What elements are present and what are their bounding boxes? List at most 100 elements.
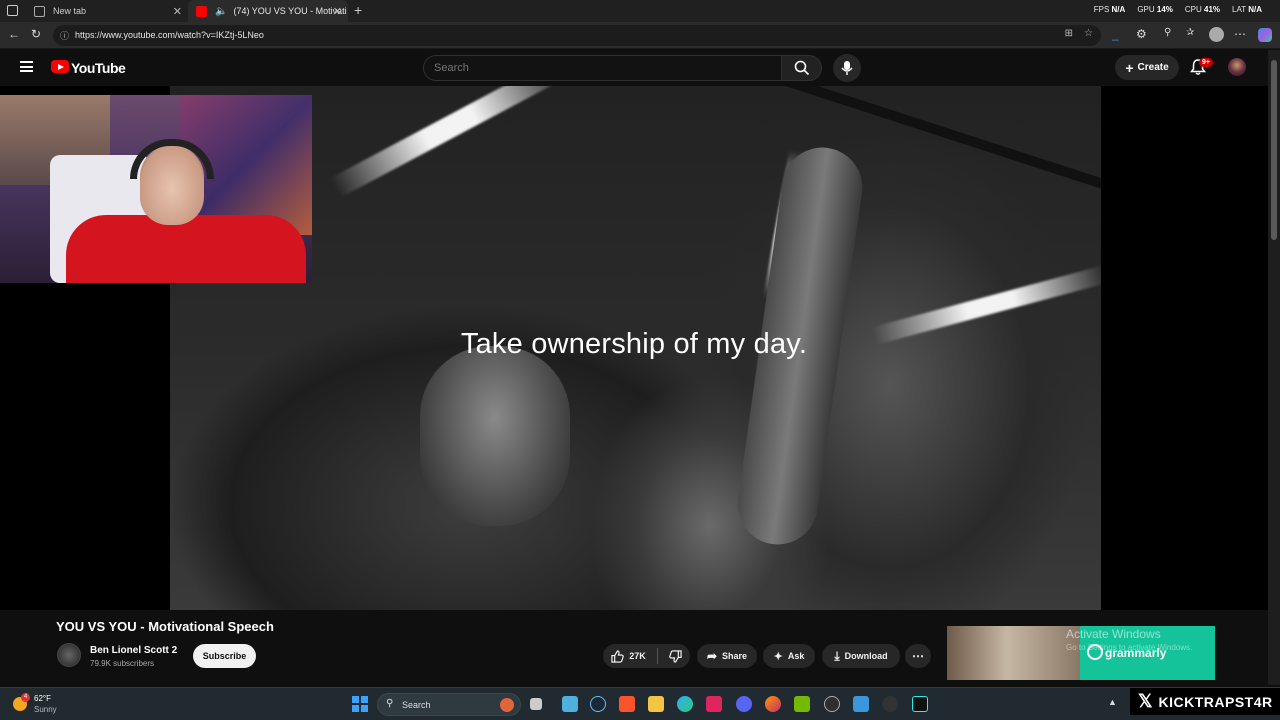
tab-new-tab[interactable]: New tab ✕ (26, 0, 188, 22)
weather-condition: Sunny (34, 705, 57, 714)
ad-image (947, 626, 1080, 680)
app-icon[interactable] (882, 696, 898, 712)
browser-toolbar: ← ↻ ⓘ https://www.youtube.com/watch?v=IK… (0, 22, 1280, 49)
back-arrow-icon[interactable]: ← (8, 27, 20, 41)
youtube-header: YouTube + Create (0, 50, 1280, 86)
close-icon[interactable]: ✕ (173, 5, 182, 18)
activate-windows-subtitle: Go to Settings to activate Windows. (1066, 643, 1193, 652)
like-button[interactable]: 27K (611, 649, 646, 663)
address-bar[interactable]: ⓘ https://www.youtube.com/watch?v=IKZtj-… (53, 25, 1101, 46)
menu-icon[interactable] (20, 61, 33, 72)
plus-icon: + (1125, 59, 1134, 76)
like-dislike-group: 27K (603, 644, 690, 668)
chevron-up-icon[interactable]: ▲ (1108, 697, 1117, 707)
lat-label: LAT (1232, 5, 1246, 14)
extensions-icon[interactable]: ⚙ (1136, 27, 1147, 41)
tab-label: (74) YOU VS YOU - Motivati (233, 6, 347, 16)
share-label: Share (722, 651, 748, 661)
streamer-overlay: 𝕏 KICKTRAPST4R (1130, 688, 1280, 715)
thumbs-down-icon[interactable] (669, 649, 682, 663)
more-actions-button[interactable]: ⋯ (905, 644, 931, 668)
start-button[interactable] (352, 696, 368, 712)
close-icon[interactable]: ✕ (333, 5, 342, 18)
discord-icon[interactable] (736, 696, 752, 712)
tiktok-live-icon[interactable] (912, 696, 928, 712)
steam-icon[interactable] (590, 696, 606, 712)
search-highlight-icon (500, 698, 514, 712)
tiktok-icon[interactable] (706, 696, 722, 712)
firefox-icon[interactable] (765, 696, 781, 712)
create-button[interactable]: + Create (1115, 55, 1179, 80)
gpu-value: 14% (1156, 5, 1173, 14)
edge-icon[interactable] (677, 696, 693, 712)
gpu-label: GPU (1137, 5, 1155, 14)
lat-value: N/A (1248, 5, 1262, 14)
more-menu-icon[interactable]: ⋯ (1234, 27, 1246, 41)
download-button[interactable]: ⤓ Download (822, 644, 900, 668)
subscribe-button[interactable]: Subscribe (193, 644, 256, 668)
favorites-icon[interactable]: ✰ (1186, 27, 1194, 38)
search-button[interactable] (781, 55, 822, 81)
split-screen-icon[interactable]: ⚲ (1164, 27, 1171, 38)
divider (656, 648, 658, 664)
brave-icon[interactable] (619, 696, 635, 712)
taskbar-search-label: Search (402, 699, 431, 710)
tab-label: New tab (53, 6, 87, 16)
notepad-icon[interactable] (562, 696, 578, 712)
browser-tab-strip: New tab ✕ 🔈 (74) YOU VS YOU - Motivati ✕… (0, 0, 1280, 22)
webcam-person-body (66, 215, 306, 283)
account-avatar[interactable] (1228, 58, 1246, 76)
app-available-icon[interactable]: ⊞ (1065, 28, 1073, 39)
channel-name[interactable]: Ben Lionel Scott 2 (90, 645, 177, 656)
ask-label: Ask (787, 651, 805, 661)
x-logo-icon: 𝕏 (1138, 691, 1153, 711)
notification-badge: 9+ (1199, 58, 1213, 67)
temperature[interactable]: 62°F (34, 694, 51, 703)
search-icon: ⚲ (386, 698, 394, 709)
microphone-icon (841, 61, 853, 75)
tab-youtube[interactable]: 🔈 (74) YOU VS YOU - Motivati ✕ (188, 0, 348, 22)
download-progress-icon[interactable]: _ (1112, 27, 1119, 41)
youtube-favicon-icon (196, 5, 207, 17)
copilot-icon[interactable] (1258, 28, 1272, 42)
speaker-icon[interactable]: 🔈 (215, 6, 227, 17)
nvidia-icon[interactable] (794, 696, 810, 712)
file-explorer-icon[interactable] (648, 696, 664, 712)
scrollbar-thumb[interactable] (1271, 60, 1277, 240)
tab-actions-icon[interactable] (7, 5, 18, 16)
weather-badge: 4 (21, 693, 30, 702)
gym-light-1 (330, 86, 570, 198)
channel-avatar[interactable] (57, 643, 81, 667)
cpu-label: CPU (1184, 5, 1202, 14)
obs-icon[interactable] (824, 696, 840, 712)
fps-value: N/A (1111, 5, 1126, 14)
search-icon (794, 60, 810, 76)
share-button[interactable]: ➦ Share (697, 644, 757, 668)
ask-button[interactable]: ✦ Ask (763, 644, 815, 668)
like-count: 27K (629, 651, 646, 661)
taskbar-search[interactable]: ⚲ Search (377, 693, 521, 716)
download-icon: ⤓ (834, 648, 840, 663)
athlete-head (420, 346, 570, 526)
video-player[interactable]: Take ownership of my day. (0, 86, 1268, 610)
voice-search-button[interactable] (833, 54, 861, 82)
search-input[interactable] (423, 55, 782, 81)
youtube-logo-text[interactable]: YouTube (71, 60, 126, 76)
activate-windows-title: Activate Windows (1066, 627, 1161, 641)
task-view-icon[interactable] (530, 698, 542, 710)
sparkle-icon: ✦ (773, 650, 783, 663)
store-icon[interactable] (853, 696, 869, 712)
page-scrollbar[interactable] (1268, 50, 1280, 685)
refresh-icon[interactable]: ↻ (31, 27, 41, 41)
cpu-value: 41% (1204, 5, 1221, 14)
url-text: https://www.youtube.com/watch?v=IKZtj-5L… (75, 30, 264, 40)
profile-icon[interactable] (1209, 27, 1224, 42)
windows-taskbar: 4 62°F Sunny ⚲ Search (0, 687, 1280, 720)
youtube-logo-icon[interactable] (51, 60, 69, 73)
favorite-star-icon[interactable]: ☆ (1084, 28, 1093, 39)
site-info-icon[interactable]: ⓘ (60, 29, 69, 42)
create-label: Create (1137, 62, 1169, 73)
new-tab-button[interactable]: + (354, 2, 362, 18)
performance-stats: FPS N/A GPU 14% CPU 41% LAT N/A (1094, 5, 1262, 14)
subscriber-count: 79.9K subscribers (90, 659, 155, 668)
